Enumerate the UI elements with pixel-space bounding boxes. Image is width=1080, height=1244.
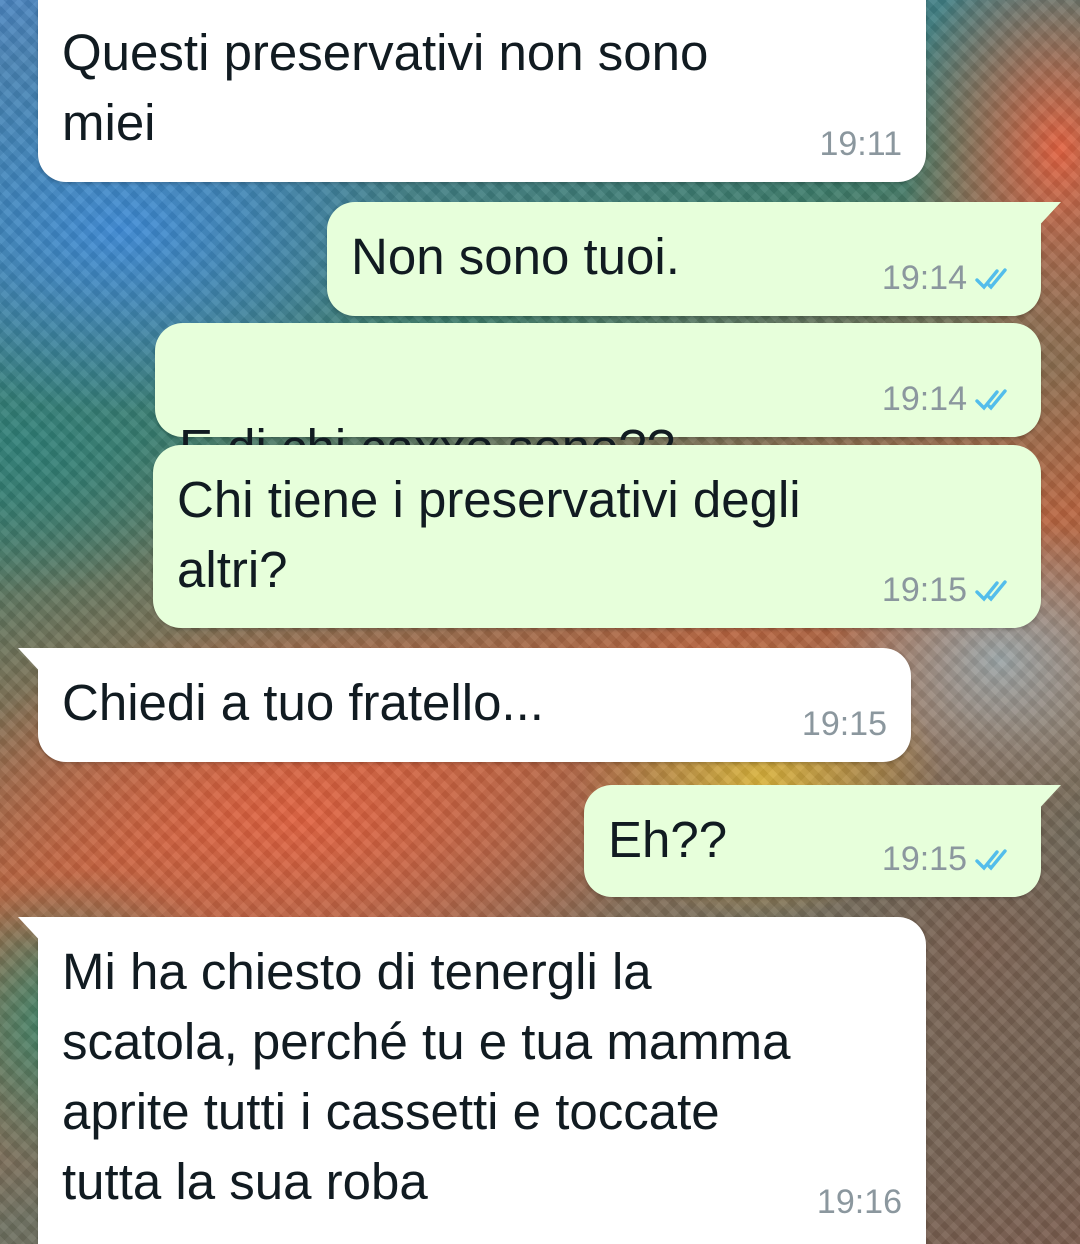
message-text: Chi tiene i preservativi degli altri?: [177, 471, 801, 598]
message-time: 19:15: [881, 840, 967, 878]
message-time: 19:14: [881, 259, 967, 297]
double-check-icon: [975, 579, 1007, 602]
message-meta: 19:15: [802, 705, 887, 744]
message-meta: 19:15: [882, 840, 1017, 879]
message-meta: 19:16: [817, 1183, 902, 1222]
message-bubble-outgoing[interactable]: Non sono tuoi. 19:14: [327, 202, 1061, 316]
message-bubble-incoming[interactable]: Mi ha chiesto di tenergli la scatola, pe…: [18, 917, 926, 1244]
message-time: 19:14: [881, 380, 967, 418]
double-check-icon: [975, 388, 1007, 411]
message-bubble-incoming[interactable]: Chiedi a tuo fratello... 19:15: [18, 648, 911, 762]
double-check-icon: [975, 848, 1007, 871]
double-check-icon: [975, 267, 1007, 290]
message-time: 19:15: [801, 705, 887, 743]
message-time: 19:16: [816, 1183, 902, 1221]
message-text: Mi ha chiesto di tenergli la scatola, pe…: [62, 943, 791, 1210]
message-bubble-incoming[interactable]: Questi preservativi non sono miei 19:11: [38, 0, 926, 182]
message-bubble-outgoing[interactable]: E di chi caxxo sono?? 19:14: [155, 323, 1041, 476]
message-text: Non sono tuoi.: [351, 228, 680, 285]
message-text: Questi preservativi non sono miei: [62, 24, 709, 151]
message-meta: 19:11: [819, 125, 902, 164]
message-bubble-outgoing[interactable]: Eh?? 19:15: [584, 785, 1061, 897]
message-meta: 19:14: [882, 380, 1017, 419]
message-bubble-outgoing[interactable]: Chi tiene i preservativi degli altri? 19…: [153, 445, 1041, 628]
message-meta: 19:15: [882, 571, 1017, 610]
message-text: Eh??: [608, 811, 728, 868]
message-text: Chiedi a tuo fratello...: [62, 674, 544, 731]
message-time: 19:15: [881, 571, 967, 609]
message-time: 19:11: [819, 125, 902, 163]
message-meta: 19:14: [882, 259, 1017, 298]
